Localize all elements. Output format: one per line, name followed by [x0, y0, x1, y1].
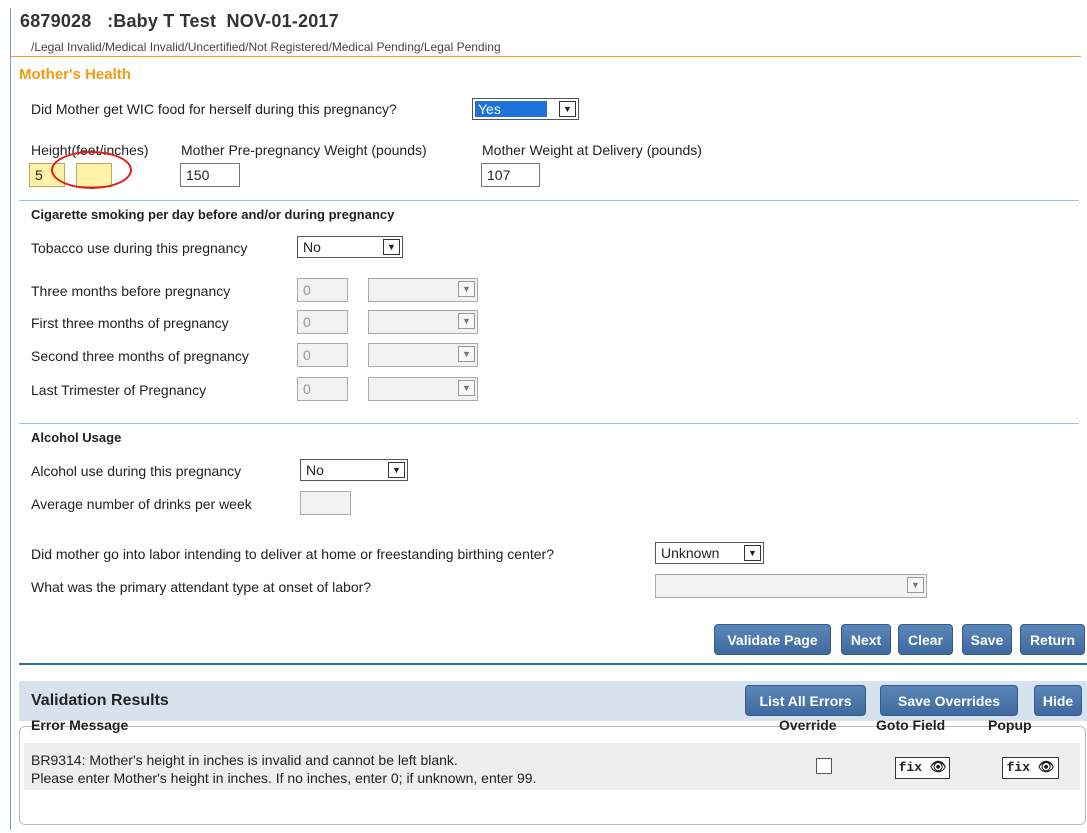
goto-field-fix-button[interactable]: fix 👁: [895, 757, 950, 779]
smoking-unit-select[interactable]: ▼: [368, 377, 478, 401]
wic-select[interactable]: Yes ▼: [472, 98, 579, 120]
wic-select-value: Yes: [478, 101, 501, 117]
chevron-down-icon: ▼: [907, 577, 924, 593]
smoking-count-input[interactable]: 0: [297, 310, 348, 334]
override-checkbox[interactable]: [816, 758, 832, 774]
smoking-unit-select[interactable]: ▼: [368, 278, 478, 302]
col-header-error-message: Error Message: [31, 717, 129, 733]
alcohol-use-label: Alcohol use during this pregnancy: [31, 463, 242, 479]
save-button[interactable]: Save: [962, 624, 1012, 655]
alcohol-use-value: No: [306, 462, 324, 478]
smoking-count-input[interactable]: 0: [297, 278, 348, 302]
record-title: 6879028 :Baby T Test NOV-01-2017: [20, 11, 339, 31]
attendant-label: What was the primary attendant type at o…: [31, 579, 372, 595]
smoking-row-label: First three months of pregnancy: [31, 315, 229, 331]
chevron-down-icon: ▼: [383, 239, 400, 255]
delivery-weight-label: Mother Weight at Delivery (pounds): [482, 142, 702, 158]
fix-label: fix: [898, 760, 923, 775]
chevron-down-icon: ▼: [559, 101, 576, 117]
error-line-2: Please enter Mother's height in inches. …: [31, 770, 537, 786]
tobacco-label: Tobacco use during this pregnancy: [31, 240, 248, 256]
chevron-down-icon: ▼: [458, 346, 475, 362]
smoking-row-label: Three months before pregnancy: [31, 283, 231, 299]
section-divider: [19, 200, 1079, 201]
error-message: BR9314: Mother's height in inches is inv…: [31, 751, 536, 787]
hide-button[interactable]: Hide: [1034, 685, 1082, 716]
error-line-1: BR9314: Mother's height in inches is inv…: [31, 752, 458, 768]
list-all-errors-button[interactable]: List All Errors: [745, 685, 866, 716]
alcohol-use-select[interactable]: No ▼: [300, 459, 408, 481]
next-button[interactable]: Next: [841, 624, 891, 655]
alcohol-heading: Alcohol Usage: [31, 430, 122, 445]
save-overrides-button[interactable]: Save Overrides: [880, 685, 1018, 716]
validate-page-button[interactable]: Validate Page: [714, 624, 831, 655]
return-button[interactable]: Return: [1020, 624, 1085, 655]
binoculars-icon: 👁: [929, 760, 947, 775]
col-header-override: Override: [779, 717, 837, 733]
tobacco-select-value: No: [303, 239, 321, 255]
labor-home-label: Did mother go into labor intending to de…: [31, 546, 554, 562]
tobacco-select[interactable]: No ▼: [297, 236, 403, 258]
popup-fix-button[interactable]: fix 👁: [1002, 757, 1059, 779]
pre-weight-input[interactable]: 150: [180, 163, 240, 187]
delivery-weight-input[interactable]: 107: [481, 163, 540, 187]
wic-label: Did Mother get WIC food for herself duri…: [31, 101, 397, 117]
chevron-down-icon: ▼: [458, 313, 475, 329]
validation-divider: [19, 663, 1087, 665]
smoking-row-label: Second three months of pregnancy: [31, 348, 249, 364]
chevron-down-icon: ▼: [458, 380, 475, 396]
smoking-unit-select[interactable]: ▼: [368, 343, 478, 367]
chevron-down-icon: ▼: [388, 462, 405, 478]
col-header-popup: Popup: [988, 717, 1032, 733]
drinks-label: Average number of drinks per week: [31, 496, 252, 512]
labor-home-select[interactable]: Unknown ▼: [655, 542, 764, 564]
validation-title: Validation Results: [31, 692, 169, 709]
col-header-goto-field: Goto Field: [876, 717, 946, 733]
page-left-border: [10, 8, 11, 830]
smoking-count-input[interactable]: 0: [297, 343, 348, 367]
attendant-select[interactable]: ▼: [655, 574, 927, 598]
header-divider: [11, 56, 1081, 57]
section-title: Mother's Health: [19, 66, 131, 83]
smoking-row-label: Last Trimester of Pregnancy: [31, 382, 207, 398]
annotation-circle: [51, 151, 132, 189]
smoking-heading: Cigarette smoking per day before and/or …: [31, 207, 395, 222]
fix-label: fix: [1006, 760, 1031, 775]
chevron-down-icon: ▼: [744, 545, 761, 561]
drinks-input[interactable]: [300, 491, 351, 515]
labor-home-value: Unknown: [661, 545, 720, 561]
clear-button[interactable]: Clear: [898, 624, 953, 655]
record-status: /Legal Invalid/Medical Invalid/Uncertifi…: [31, 40, 501, 54]
smoking-unit-select[interactable]: ▼: [368, 310, 478, 334]
binoculars-icon: 👁: [1037, 760, 1055, 775]
pre-weight-label: Mother Pre-pregnancy Weight (pounds): [181, 142, 427, 158]
chevron-down-icon: ▼: [458, 281, 475, 297]
section-divider: [19, 423, 1079, 424]
smoking-count-input[interactable]: 0: [297, 377, 348, 401]
